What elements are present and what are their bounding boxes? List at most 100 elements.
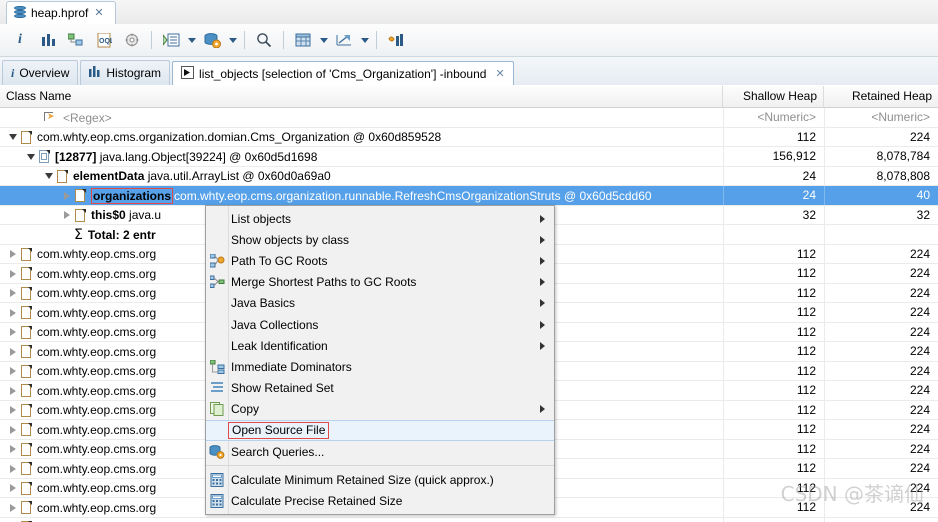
row-shallow-heap: 112 bbox=[723, 323, 824, 342]
table-row[interactable]: com.whty.eop.cms.organization.domian.Cms… bbox=[0, 128, 938, 148]
row-expand-toggle[interactable] bbox=[6, 245, 20, 264]
row-expand-toggle[interactable] bbox=[6, 128, 20, 147]
query-browser-gear-icon[interactable] bbox=[118, 27, 146, 53]
overview-info-icon[interactable]: i bbox=[6, 27, 34, 53]
menu-item-calculate-minimum-retained-size-quick-approx[interactable]: Calculate Minimum Retained Size (quick a… bbox=[206, 469, 554, 490]
row-expand-toggle[interactable] bbox=[6, 459, 20, 478]
row-label: com.whty.eop.cms.org bbox=[37, 325, 156, 339]
row-expand-toggle[interactable] bbox=[42, 167, 56, 186]
table-row[interactable]: organizationscom.whty.eop.cms.organizati… bbox=[0, 186, 938, 206]
filter-shallow-value[interactable]: <Numeric> bbox=[723, 108, 824, 127]
menu-item-no-icon bbox=[206, 208, 228, 229]
chart-icon[interactable] bbox=[382, 27, 410, 53]
row-shallow-heap: 112 bbox=[723, 420, 824, 439]
row-expand-toggle[interactable] bbox=[6, 401, 20, 420]
close-icon[interactable]: ✕ bbox=[495, 67, 504, 80]
menu-item-merge-shortest-paths-to-gc-roots[interactable]: Merge Shortest Paths to GC Roots bbox=[206, 272, 554, 293]
dominators-icon bbox=[206, 356, 228, 377]
row-label: com.whty.eop.cms.org bbox=[37, 403, 156, 417]
object-file-icon bbox=[20, 305, 33, 320]
submenu-arrow-icon bbox=[540, 278, 545, 286]
submenu-arrow-icon bbox=[540, 342, 545, 350]
run-expert-system-icon[interactable] bbox=[157, 27, 185, 53]
menu-item-label: Search Queries... bbox=[228, 445, 324, 459]
row-label: com.whty.eop.cms.org bbox=[37, 442, 156, 456]
menu-item-leak-identification[interactable]: Leak Identification bbox=[206, 335, 554, 356]
menu-item-open-source-file[interactable]: Open Source File bbox=[206, 420, 554, 441]
column-header-retained-heap[interactable]: Retained Heap bbox=[824, 86, 938, 107]
table-filter-row[interactable]: <Regex> <Numeric> <Numeric> bbox=[0, 108, 938, 128]
menu-item-no-icon bbox=[206, 420, 228, 441]
menu-item-java-collections[interactable]: Java Collections bbox=[206, 314, 554, 335]
object-file-icon bbox=[20, 130, 33, 145]
table-row[interactable]: com.whty.eop.cms.org112224 bbox=[0, 518, 938, 522]
row-expand-toggle[interactable] bbox=[6, 342, 20, 361]
row-expand-toggle[interactable] bbox=[6, 440, 20, 459]
row-expand-toggle[interactable] bbox=[6, 303, 20, 322]
tab-histogram[interactable]: Histogram bbox=[80, 60, 170, 85]
sum-icon: Σ bbox=[74, 227, 83, 243]
close-icon[interactable]: ✕ bbox=[94, 8, 103, 19]
run-expert-system-dropdown-icon[interactable] bbox=[185, 28, 198, 52]
row-expand-toggle[interactable] bbox=[60, 225, 74, 244]
row-expand-toggle[interactable] bbox=[60, 186, 74, 205]
menu-item-copy[interactable]: Copy bbox=[206, 399, 554, 420]
row-expand-toggle[interactable] bbox=[6, 479, 20, 498]
column-header-class-name[interactable]: Class Name bbox=[0, 86, 723, 107]
dominator-tree-icon[interactable] bbox=[62, 27, 90, 53]
query-database-dropdown-icon[interactable] bbox=[226, 28, 239, 52]
search-icon[interactable] bbox=[250, 27, 278, 53]
context-menu: List objectsShow objects by classPath To… bbox=[205, 205, 555, 515]
export-dropdown-icon[interactable] bbox=[358, 28, 371, 52]
menu-item-immediate-dominators[interactable]: Immediate Dominators bbox=[206, 356, 554, 377]
row-shallow-heap: 112 bbox=[723, 498, 824, 517]
table-row[interactable]: [12877] java.lang.Object[39224] @ 0x60d5… bbox=[0, 147, 938, 167]
menu-item-calculate-precise-retained-size[interactable]: Calculate Precise Retained Size bbox=[206, 490, 554, 511]
menu-item-java-basics[interactable]: Java Basics bbox=[206, 293, 554, 314]
row-label: com.whty.eop.cms.org bbox=[37, 306, 156, 320]
menu-item-show-retained-set[interactable]: Show Retained Set bbox=[206, 378, 554, 399]
table-view-icon[interactable] bbox=[289, 27, 317, 53]
row-expand-toggle[interactable] bbox=[24, 147, 38, 166]
row-retained-heap: 224 bbox=[824, 440, 938, 459]
table-view-dropdown-icon[interactable] bbox=[317, 28, 330, 52]
row-expand-toggle[interactable] bbox=[6, 362, 20, 381]
row-expand-toggle[interactable] bbox=[6, 323, 20, 342]
menu-item-show-objects-by-class[interactable]: Show objects by class bbox=[206, 229, 554, 250]
export-icon[interactable] bbox=[330, 27, 358, 53]
row-retained-heap: 224 bbox=[824, 459, 938, 478]
column-header-shallow-heap[interactable]: Shallow Heap bbox=[723, 86, 824, 107]
row-label: com.whty.eop.cms.organization.runnable.R… bbox=[174, 189, 652, 203]
row-expand-toggle[interactable] bbox=[60, 206, 74, 225]
object-file-icon bbox=[20, 422, 33, 437]
object-file-icon bbox=[20, 500, 33, 515]
menu-item-list-objects[interactable]: List objects bbox=[206, 208, 554, 229]
row-primary-label: Total: 2 entr bbox=[88, 228, 156, 242]
row-retained-heap: 224 bbox=[824, 362, 938, 381]
editor-tab-heap-hprof[interactable]: heap.hprof ✕ bbox=[6, 1, 116, 24]
row-retained-heap: 224 bbox=[824, 518, 938, 522]
menu-item-path-to-gc-roots[interactable]: Path To GC Roots bbox=[206, 250, 554, 271]
heap-dump-icon bbox=[13, 6, 27, 20]
row-expand-toggle[interactable] bbox=[6, 420, 20, 439]
filter-retained-value[interactable]: <Numeric> bbox=[824, 108, 938, 127]
table-row[interactable]: elementData java.util.ArrayList @ 0x60d0… bbox=[0, 167, 938, 187]
query-database-icon[interactable] bbox=[198, 27, 226, 53]
info-icon: i bbox=[11, 66, 14, 81]
tab-list-objects[interactable]: list_objects [selection of 'Cms_Organiza… bbox=[172, 61, 514, 86]
histogram-icon[interactable] bbox=[34, 27, 62, 53]
filter-regex-value[interactable]: <Regex> bbox=[63, 111, 112, 125]
menu-item-search-queries[interactable]: Search Queries... bbox=[206, 441, 554, 462]
row-retained-heap: 224 bbox=[824, 303, 938, 322]
submenu-arrow-icon bbox=[540, 215, 545, 223]
row-expand-toggle[interactable] bbox=[6, 518, 20, 522]
regex-filter-icon bbox=[42, 110, 58, 125]
row-expand-toggle[interactable] bbox=[6, 264, 20, 283]
tab-overview[interactable]: i Overview bbox=[2, 60, 78, 85]
row-expand-toggle[interactable] bbox=[6, 498, 20, 517]
merge-paths-icon bbox=[206, 272, 228, 293]
row-expand-toggle[interactable] bbox=[6, 381, 20, 400]
row-expand-toggle[interactable] bbox=[6, 284, 20, 303]
oql-icon[interactable]: OQL bbox=[90, 27, 118, 53]
row-retained-heap: 224 bbox=[824, 420, 938, 439]
